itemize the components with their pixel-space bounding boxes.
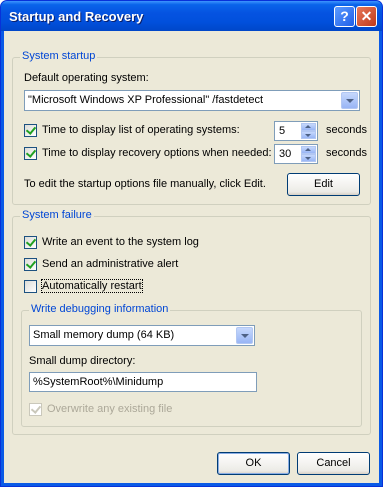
dump-dir-input[interactable]: %SystemRoot%\Minidump — [29, 372, 257, 392]
help-button[interactable]: ? — [334, 6, 355, 27]
display-list-label[interactable]: Time to display list of operating system… — [42, 124, 240, 136]
display-list-unit: seconds — [326, 124, 367, 136]
title-bar[interactable]: Startup and Recovery ? ✕ — [1, 1, 382, 31]
startup-recovery-dialog: Startup and Recovery ? ✕ System startup … — [0, 0, 383, 487]
display-recovery-spinner[interactable]: 30 — [274, 144, 318, 164]
dump-type-select[interactable]: Small memory dump (64 KB) — [29, 325, 255, 346]
display-recovery-label[interactable]: Time to display recovery options when ne… — [42, 147, 272, 159]
display-recovery-value[interactable]: 30 — [279, 148, 291, 160]
spin-down-icon[interactable] — [301, 131, 316, 139]
overwrite-label: Overwrite any existing file — [47, 403, 173, 415]
dump-dir-value[interactable]: %SystemRoot%\Minidump — [33, 376, 163, 388]
dialog-body: System startup Default operating system:… — [4, 31, 379, 483]
debug-info-group: Write debugging information Small memory… — [21, 303, 362, 427]
write-event-checkbox[interactable] — [24, 236, 37, 249]
send-alert-label[interactable]: Send an administrative alert — [42, 258, 178, 270]
display-list-spinner[interactable]: 5 — [274, 121, 318, 141]
debug-info-label: Write debugging information — [29, 303, 171, 315]
chevron-down-icon[interactable] — [341, 92, 358, 109]
system-startup-group: System startup Default operating system:… — [12, 50, 371, 205]
default-os-label: Default operating system: — [24, 72, 149, 84]
cancel-button[interactable]: Cancel — [297, 452, 370, 475]
write-event-label[interactable]: Write an event to the system log — [42, 236, 199, 248]
display-recovery-checkbox[interactable] — [24, 147, 37, 160]
overwrite-checkbox[interactable] — [29, 403, 42, 416]
system-failure-label: System failure — [20, 209, 94, 221]
dump-dir-label: Small dump directory: — [29, 355, 136, 367]
edit-hint-text: To edit the startup options file manuall… — [24, 178, 266, 190]
display-list-value[interactable]: 5 — [279, 125, 285, 137]
spin-up-icon[interactable] — [301, 146, 316, 154]
ok-button[interactable]: OK — [217, 452, 290, 475]
default-os-value: "Microsoft Windows XP Professional" /fas… — [28, 94, 264, 106]
close-button[interactable]: ✕ — [356, 6, 377, 27]
auto-restart-checkbox[interactable] — [24, 280, 37, 293]
default-os-select[interactable]: "Microsoft Windows XP Professional" /fas… — [24, 90, 360, 111]
dump-type-value: Small memory dump (64 KB) — [33, 329, 175, 341]
spin-down-icon[interactable] — [301, 154, 316, 162]
spin-up-icon[interactable] — [301, 123, 316, 131]
chevron-down-icon[interactable] — [236, 327, 253, 344]
system-startup-label: System startup — [20, 50, 98, 62]
auto-restart-label[interactable]: Automatically restart — [41, 279, 143, 293]
system-failure-group: System failure Write an event to the sys… — [12, 209, 371, 435]
display-list-checkbox[interactable] — [24, 124, 37, 137]
window-title: Startup and Recovery — [9, 9, 144, 24]
edit-button[interactable]: Edit — [287, 173, 360, 196]
display-recovery-unit: seconds — [326, 147, 367, 159]
send-alert-checkbox[interactable] — [24, 258, 37, 271]
